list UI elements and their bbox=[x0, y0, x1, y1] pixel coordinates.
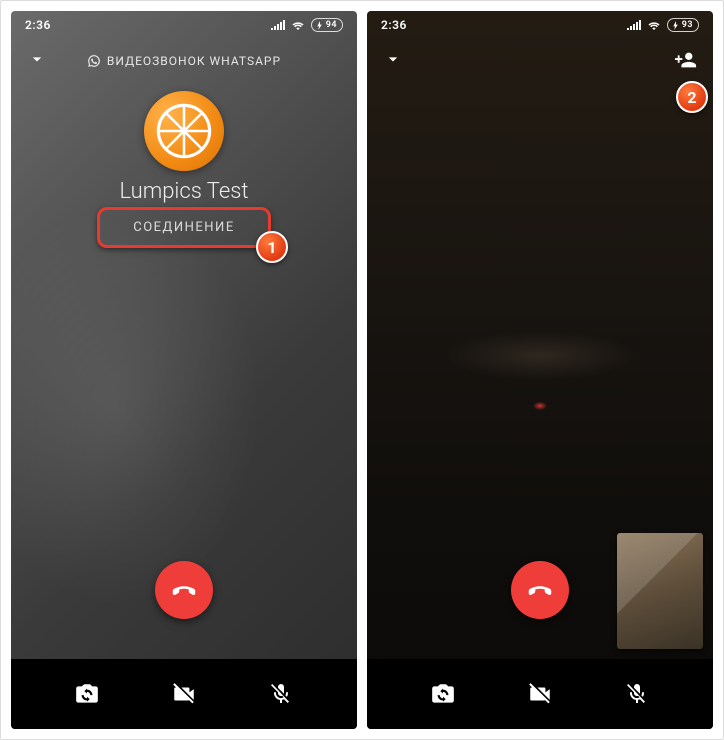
switch-camera-icon bbox=[430, 681, 456, 707]
signal-icon bbox=[271, 20, 285, 30]
toggle-mic-button[interactable] bbox=[267, 680, 295, 708]
annotation-step-2: 2 bbox=[676, 81, 708, 113]
self-view-pip[interactable] bbox=[617, 533, 703, 649]
contact-name: Lumpics Test bbox=[11, 179, 357, 204]
call-controls-bar bbox=[367, 659, 713, 729]
call-controls-bar bbox=[11, 659, 357, 729]
battery-indicator: 93 bbox=[667, 18, 699, 32]
add-participant-button[interactable] bbox=[675, 49, 697, 71]
call-type-label: ВИДЕОЗВОНОК WHATSAPP bbox=[87, 54, 281, 68]
mic-off-icon bbox=[625, 682, 649, 706]
toggle-video-button[interactable] bbox=[526, 680, 554, 708]
end-call-button[interactable] bbox=[155, 561, 213, 619]
wifi-icon bbox=[291, 20, 305, 30]
end-call-button[interactable] bbox=[511, 561, 569, 619]
end-call-icon bbox=[525, 575, 555, 605]
minimize-button[interactable] bbox=[27, 49, 47, 69]
status-time: 2:36 bbox=[381, 18, 407, 32]
minimize-button[interactable] bbox=[383, 49, 403, 69]
signal-icon bbox=[627, 20, 641, 30]
status-bar: 2:36 94 bbox=[11, 11, 357, 39]
wifi-icon bbox=[647, 20, 661, 30]
contact-avatar bbox=[144, 91, 224, 171]
switch-camera-icon bbox=[74, 681, 100, 707]
mic-off-icon bbox=[269, 682, 293, 706]
annotation-step-1: 1 bbox=[256, 231, 288, 263]
call-header bbox=[367, 45, 713, 77]
status-time: 2:36 bbox=[25, 18, 51, 32]
switch-camera-button[interactable] bbox=[429, 680, 457, 708]
phone-screen-in-call: 2:36 93 bbox=[367, 11, 713, 729]
battery-indicator: 94 bbox=[311, 18, 343, 32]
toggle-mic-button[interactable] bbox=[623, 680, 651, 708]
video-off-icon bbox=[527, 681, 553, 707]
status-bar: 2:36 93 bbox=[367, 11, 713, 39]
end-call-icon bbox=[169, 575, 199, 605]
toggle-video-button[interactable] bbox=[170, 680, 198, 708]
whatsapp-icon bbox=[87, 54, 101, 68]
battery-level: 94 bbox=[326, 20, 337, 30]
battery-level: 93 bbox=[682, 20, 693, 30]
switch-camera-button[interactable] bbox=[73, 680, 101, 708]
call-status-label: СОЕДИНЕНИЕ bbox=[97, 207, 271, 248]
add-person-icon bbox=[675, 49, 697, 71]
call-header: ВИДЕОЗВОНОК WHATSAPP bbox=[11, 45, 357, 77]
phone-screen-connecting: 2:36 94 ВИДЕОЗВОНОК WHATSAPP bbox=[11, 11, 357, 729]
video-off-icon bbox=[171, 681, 197, 707]
